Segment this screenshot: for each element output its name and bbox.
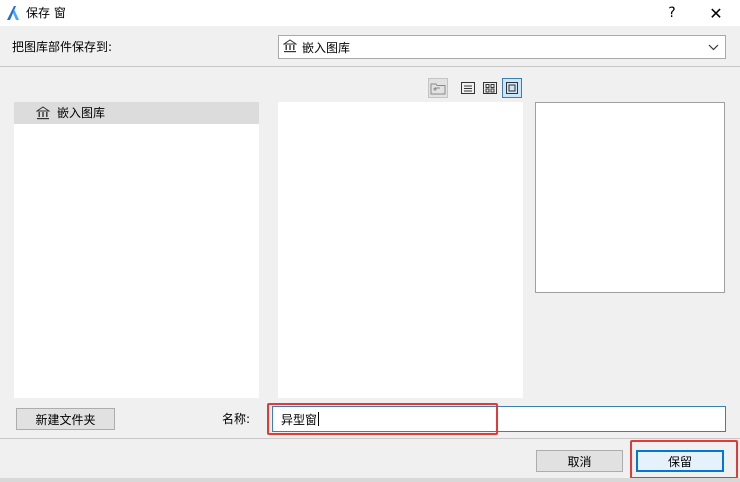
tree-item-embedded-library[interactable]: 嵌入图库 bbox=[14, 102, 259, 124]
grid-view-icon[interactable] bbox=[480, 78, 500, 98]
close-button[interactable]: ✕ bbox=[694, 0, 738, 26]
library-icon bbox=[282, 38, 298, 56]
title-bar bbox=[0, 0, 740, 26]
location-label: 把图库部件保存到: bbox=[12, 40, 113, 54]
cancel-button[interactable]: 取消 bbox=[536, 450, 623, 472]
window-bottom-edge bbox=[0, 478, 740, 482]
library-tree[interactable]: 嵌入图库 bbox=[14, 102, 259, 398]
annotation-highlight-save bbox=[630, 440, 738, 479]
app-logo-icon bbox=[6, 5, 20, 21]
content-list[interactable] bbox=[278, 102, 523, 398]
chevron-down-icon bbox=[708, 39, 719, 58]
folder-up-icon[interactable] bbox=[428, 78, 448, 98]
annotation-highlight-name bbox=[267, 403, 498, 435]
button-bar bbox=[0, 439, 740, 482]
location-select[interactable]: 嵌入图库 bbox=[278, 35, 726, 59]
location-select-value: 嵌入图库 bbox=[302, 40, 351, 55]
large-view-icon[interactable] bbox=[502, 78, 522, 98]
help-button[interactable]: ? bbox=[650, 0, 694, 26]
list-view-icon[interactable] bbox=[458, 78, 478, 98]
name-label: 名称: bbox=[222, 412, 251, 426]
tree-item-label: 嵌入图库 bbox=[57, 106, 106, 120]
preview-pane bbox=[535, 102, 725, 293]
library-icon bbox=[35, 106, 51, 123]
new-folder-button[interactable]: 新建文件夹 bbox=[16, 408, 115, 430]
window-title: 保存 窗 bbox=[26, 6, 66, 20]
location-bar: 把图库部件保存到: 嵌入图库 bbox=[0, 26, 740, 66]
